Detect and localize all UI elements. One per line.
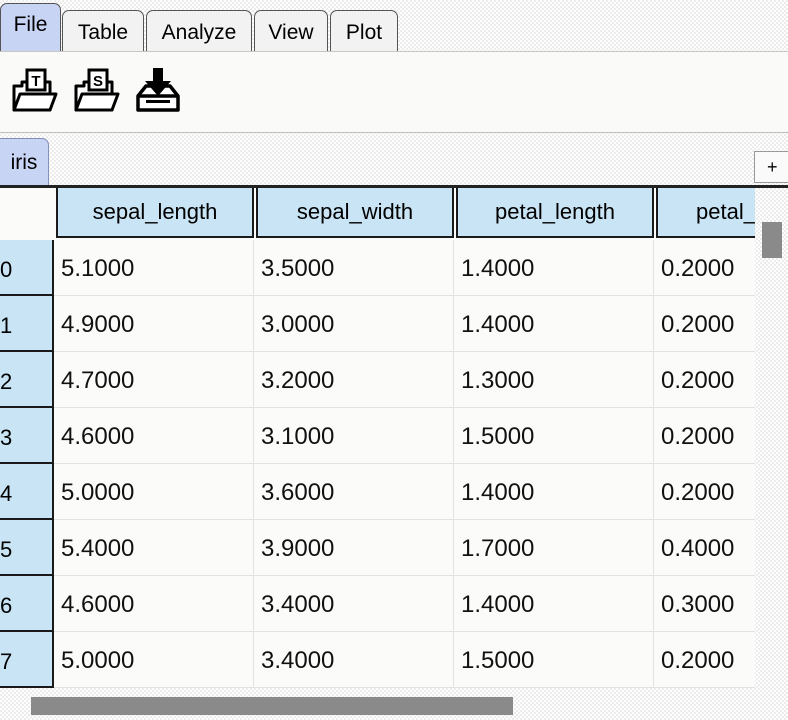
table-corner[interactable] bbox=[0, 188, 54, 238]
vertical-scrollbar-thumb[interactable] bbox=[762, 222, 782, 258]
horizontal-scrollbar-thumb[interactable] bbox=[31, 697, 513, 715]
row-header[interactable]: 0 bbox=[0, 240, 54, 296]
tab-view[interactable]: View bbox=[254, 10, 328, 51]
table-cell[interactable]: 0.2000 bbox=[654, 352, 755, 408]
download-icon bbox=[136, 68, 180, 112]
table-cell[interactable]: 5.0000 bbox=[54, 464, 254, 520]
open-text-file-icon: T bbox=[12, 68, 58, 112]
table-cell[interactable]: 1.5000 bbox=[454, 632, 654, 688]
table-cell[interactable]: 0.2000 bbox=[654, 296, 755, 352]
table-cell[interactable]: 1.5000 bbox=[454, 408, 654, 464]
table-cell[interactable]: 4.7000 bbox=[54, 352, 254, 408]
table-cell[interactable]: 1.7000 bbox=[454, 520, 654, 576]
table-cell[interactable]: 1.4000 bbox=[454, 296, 654, 352]
table-cell[interactable]: 5.4000 bbox=[54, 520, 254, 576]
table-cell[interactable]: 3.9000 bbox=[254, 520, 454, 576]
table-cell[interactable]: 0.2000 bbox=[654, 632, 755, 688]
row-header[interactable]: 2 bbox=[0, 352, 54, 408]
table-cell[interactable]: 3.5000 bbox=[254, 240, 454, 296]
open-text-file-button[interactable]: T bbox=[8, 66, 60, 114]
column-header-sepal-length[interactable]: sepal_length bbox=[56, 188, 254, 238]
vertical-scrollbar[interactable] bbox=[756, 188, 788, 688]
svg-text:T: T bbox=[31, 73, 40, 90]
tab-analyze[interactable]: Analyze bbox=[146, 10, 252, 51]
svg-text:S: S bbox=[93, 73, 103, 90]
table-cell[interactable]: 4.6000 bbox=[54, 408, 254, 464]
table-cell[interactable]: 5.1000 bbox=[54, 240, 254, 296]
row-header[interactable]: 5 bbox=[0, 520, 54, 576]
table-cell[interactable]: 1.4000 bbox=[454, 464, 654, 520]
table-cell[interactable]: 3.2000 bbox=[254, 352, 454, 408]
table-cell[interactable]: 1.3000 bbox=[454, 352, 654, 408]
file-ribbon: T S bbox=[0, 51, 788, 133]
table-cell[interactable]: 0.2000 bbox=[654, 408, 755, 464]
open-sheet-file-icon: S bbox=[74, 68, 120, 112]
column-header-petal-length[interactable]: petal_length bbox=[456, 188, 654, 238]
tab-table[interactable]: Table bbox=[62, 10, 144, 51]
tab-plot[interactable]: Plot bbox=[330, 10, 398, 51]
table-cell[interactable]: 4.9000 bbox=[54, 296, 254, 352]
row-header[interactable]: 3 bbox=[0, 408, 54, 464]
table-cell[interactable]: 0.2000 bbox=[654, 464, 755, 520]
table-cell[interactable]: 3.4000 bbox=[254, 632, 454, 688]
table-cell[interactable]: 0.3000 bbox=[654, 576, 755, 632]
row-header[interactable]: 1 bbox=[0, 296, 54, 352]
menu-tab-bar: File Table Analyze View Plot bbox=[0, 0, 788, 52]
add-sheet-button[interactable]: + bbox=[754, 151, 788, 183]
table-cell[interactable]: 3.1000 bbox=[254, 408, 454, 464]
table-cell[interactable]: 0.2000 bbox=[654, 240, 755, 296]
sheet-tab-iris[interactable]: iris bbox=[0, 138, 49, 186]
download-button[interactable] bbox=[132, 66, 184, 114]
row-header[interactable]: 7 bbox=[0, 632, 54, 688]
table-cell[interactable]: 5.0000 bbox=[54, 632, 254, 688]
table-cell[interactable]: 3.6000 bbox=[254, 464, 454, 520]
row-header[interactable]: 6 bbox=[0, 576, 54, 632]
row-header[interactable]: 4 bbox=[0, 464, 54, 520]
table-cell[interactable]: 3.4000 bbox=[254, 576, 454, 632]
data-table: sepal_length sepal_width petal_length pe… bbox=[0, 188, 755, 688]
tab-file[interactable]: File bbox=[0, 3, 61, 51]
table-cell[interactable]: 0.4000 bbox=[654, 520, 755, 576]
table-cell[interactable]: 3.0000 bbox=[254, 296, 454, 352]
open-sheet-file-button[interactable]: S bbox=[70, 66, 122, 114]
table-cell[interactable]: 1.4000 bbox=[454, 240, 654, 296]
column-header-petal-width[interactable]: petal_ bbox=[656, 188, 755, 238]
table-cell[interactable]: 4.6000 bbox=[54, 576, 254, 632]
table-cell[interactable]: 1.4000 bbox=[454, 576, 654, 632]
column-header-sepal-width[interactable]: sepal_width bbox=[256, 188, 454, 238]
